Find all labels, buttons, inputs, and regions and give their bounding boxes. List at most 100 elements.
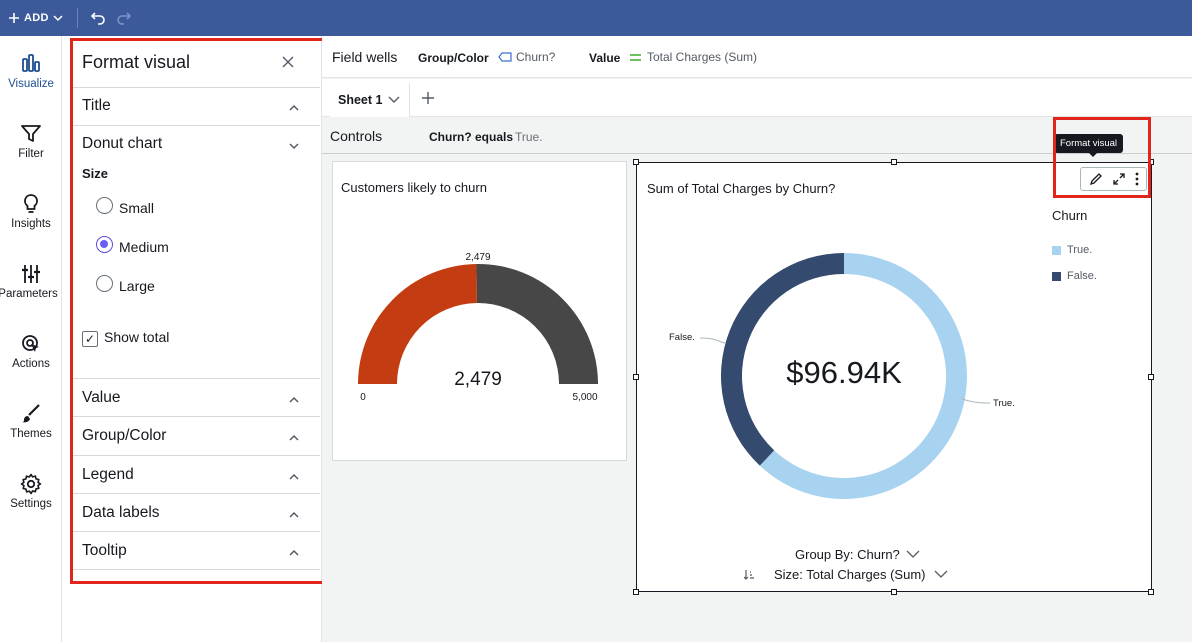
measure-equals-icon (630, 53, 641, 61)
nav-item-visualize[interactable]: Visualize (0, 52, 62, 90)
top-toolbar: ADD (0, 0, 1192, 36)
chevron-up-icon[interactable] (288, 509, 300, 521)
legend-item-false[interactable]: False. (1067, 270, 1097, 282)
donut-visual[interactable]: Sum of Total Charges by Churn? $96.94K F… (636, 162, 1152, 592)
resize-handle[interactable] (1148, 374, 1154, 380)
resize-handle[interactable] (633, 374, 639, 380)
resize-handle[interactable] (633, 159, 639, 165)
group-color-field-name: Churn? (516, 50, 556, 64)
chevron-down-icon (906, 550, 920, 558)
brush-icon (22, 404, 40, 423)
show-total-label: Show total (104, 329, 170, 345)
section-tooltip-header[interactable]: Tooltip (82, 542, 322, 560)
chevron-up-icon[interactable] (288, 102, 300, 114)
gauge-remaining-arc (476, 264, 598, 384)
size-label: Size (82, 166, 109, 181)
chevron-up-icon[interactable] (288, 394, 300, 406)
value-field-name: Total Charges (Sum) (647, 50, 758, 64)
section-group-color-header[interactable]: Group/Color (82, 427, 322, 445)
leader-line-true (961, 398, 991, 404)
nav-label-parameters: Parameters (0, 288, 58, 300)
size-radio-medium[interactable] (96, 236, 113, 253)
donut-chart: $96.94K False. True. (669, 253, 1015, 499)
size-option-label: Small (119, 200, 155, 216)
size-radio-small[interactable] (96, 197, 113, 214)
gauge-visual[interactable]: Customers likely to churn 2,479 2,479 0 … (332, 161, 627, 461)
resize-handle[interactable] (633, 589, 639, 595)
group-by-control[interactable]: Group By: Churn? (795, 547, 920, 562)
divider (72, 493, 320, 494)
section-label: Group/Color (82, 427, 167, 444)
gauge-min-label: 0 (360, 392, 366, 403)
size-by-label: Size: Total Charges (Sum) (774, 567, 926, 582)
nav-item-parameters[interactable]: Parameters (0, 262, 62, 300)
filter-control-value[interactable]: True. (515, 130, 543, 144)
nav-item-insights[interactable]: Insights (0, 192, 62, 230)
section-donut-header[interactable]: Donut chart (82, 135, 322, 153)
resize-handle[interactable] (891, 159, 897, 165)
donut-total-label: $96.94K (786, 355, 902, 390)
resize-handle[interactable] (1148, 589, 1154, 595)
add-button[interactable]: ADD (8, 12, 63, 24)
nav-label-actions: Actions (12, 358, 50, 370)
section-data-labels-header[interactable]: Data labels (82, 504, 322, 522)
legend-item-true[interactable]: True. (1067, 244, 1092, 256)
chevron-up-icon[interactable] (288, 547, 300, 559)
section-legend-header[interactable]: Legend (82, 466, 322, 484)
add-sheet-icon[interactable] (421, 91, 435, 105)
close-icon[interactable] (282, 56, 294, 68)
divider (72, 416, 320, 417)
more-options-icon[interactable] (1135, 172, 1139, 186)
nav-item-themes[interactable]: Themes (0, 402, 62, 440)
plus-icon (9, 13, 19, 23)
section-value-header[interactable]: Value (82, 389, 322, 407)
nav-label-settings: Settings (10, 498, 52, 510)
legend-title: Churn (1052, 208, 1088, 223)
leader-line-false (699, 337, 726, 344)
value-well-label: Value (589, 51, 621, 65)
chevron-down-icon[interactable] (288, 140, 300, 152)
tooltip: Format visual (1054, 134, 1124, 153)
nav-item-actions[interactable]: Actions (0, 332, 62, 370)
section-title-header[interactable]: Title (82, 97, 322, 115)
nav-item-filter[interactable]: Filter (0, 122, 62, 160)
controls-title[interactable]: Controls (330, 128, 382, 144)
nav-label-visualize: Visualize (8, 78, 54, 90)
dimension-tag-icon (498, 52, 512, 62)
size-radio-large[interactable] (96, 275, 113, 292)
resize-handle[interactable] (1148, 159, 1154, 165)
show-total-checkbox[interactable]: ✓ (82, 331, 98, 347)
data-label-false: False. (669, 332, 695, 343)
resize-handle[interactable] (891, 589, 897, 595)
tab-label: Sheet 1 (338, 93, 383, 107)
format-visual-panel: Format visual Title Donut chart Size Sma… (62, 36, 322, 642)
redo-icon[interactable] (116, 11, 132, 25)
divider (72, 455, 320, 456)
gauge-max-label: 5,000 (572, 392, 597, 403)
field-wells-title[interactable]: Field wells (332, 49, 397, 65)
section-label: Value (82, 389, 121, 406)
divider (72, 531, 320, 532)
size-by-control[interactable]: Size: Total Charges (Sum) (744, 567, 948, 582)
chevron-up-icon[interactable] (288, 471, 300, 483)
lightbulb-icon (24, 194, 38, 213)
section-label: Legend (82, 466, 134, 483)
chevron-up-icon[interactable] (288, 432, 300, 444)
chevron-down-icon[interactable] (388, 96, 400, 104)
panel-title: Format visual (82, 52, 191, 72)
value-field-chip[interactable]: Total Charges (Sum) (630, 50, 757, 64)
section-label: Data labels (82, 504, 160, 521)
add-label: ADD (24, 12, 49, 24)
expand-icon[interactable] (1112, 172, 1126, 186)
group-color-field-chip[interactable]: Churn? (498, 50, 555, 64)
undo-icon[interactable] (90, 11, 106, 25)
section-label: Tooltip (82, 542, 127, 559)
pencil-icon[interactable] (1089, 172, 1103, 186)
nav-item-settings[interactable]: Settings (0, 472, 62, 510)
tooltip-arrow (1088, 152, 1098, 157)
size-option-label: Medium (119, 239, 169, 255)
group-by-label: Group By: Churn? (795, 547, 900, 562)
tab-sheet-1[interactable]: Sheet 1 (330, 83, 410, 117)
section-label: Title (82, 97, 111, 114)
analysis-canvas: Field wells Group/Color Churn? Value Tot… (322, 36, 1192, 642)
